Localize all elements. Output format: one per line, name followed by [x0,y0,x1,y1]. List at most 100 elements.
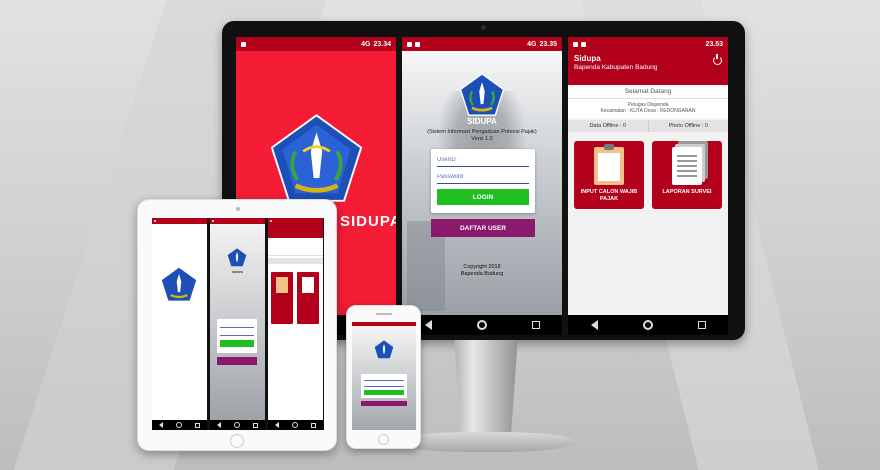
app-subtitle: Bapenda Kabupaten Badung [574,64,658,71]
login-button[interactable] [220,340,254,347]
tablet-login-screen: SIDUPA [210,218,265,430]
network-label: 4G [361,40,371,48]
splash-title: SIDUPA [168,342,191,348]
menu-tiles: INPUT CALON WAJIB PAJAK LAPORAN SURVEI [568,132,728,209]
power-icon[interactable] [713,54,722,65]
login-button[interactable] [364,390,404,395]
recent-apps-icon[interactable] [531,321,540,329]
monitor-camera [481,25,486,30]
login-card [361,374,407,398]
login-button[interactable]: LOGIN [437,189,529,205]
clipboard-icon [594,144,624,185]
app-title: Sidupa [574,54,601,63]
phone-speaker [376,313,392,315]
badung-logo-icon [227,248,247,267]
tablet-screen: SIDUPA SIDUPA [152,218,324,430]
login-background: SIDUPA (Sistem Informasi Pengaduan Poten… [402,51,562,315]
clipboard-icon [276,277,288,293]
report-icon [672,147,702,185]
report-icon [302,277,314,293]
tablet-device: SIDUPA SIDUPA [137,199,337,451]
badung-logo-icon [269,113,364,205]
tablet-splash-screen: SIDUPA [152,218,207,430]
offline-stats: Data Offline : 0 Photo Offline : 0 [568,120,728,132]
userid-input[interactable] [364,377,404,381]
phone-home-button[interactable] [378,434,389,445]
input-wajib-pajak-tile[interactable] [271,272,293,324]
menu-tiles [268,264,323,324]
daftar-user-button[interactable] [217,357,257,365]
login-title: SIDUPA [467,117,497,126]
back-icon[interactable] [590,320,598,330]
app-bar: Sidupa Bapenda Kabupaten Badung [568,51,728,85]
home-icon[interactable] [291,422,298,428]
status-bar: 4G 23.35 [402,37,562,51]
app-bar [268,224,323,238]
splash-title: SIDUPA [340,213,396,230]
login-card: LOGIN [431,149,535,213]
data-offline-count: Data Offline : 0 [589,123,627,129]
badung-logo-icon [459,73,505,117]
tablet-camera [236,207,240,211]
recent-apps-icon[interactable] [253,422,259,428]
android-navbar [568,315,728,335]
android-navbar [268,420,323,430]
tablet-dashboard-screen [268,218,323,430]
back-icon[interactable] [274,422,279,428]
back-icon[interactable] [158,422,163,428]
copyright: Copyright 2018 Bapenda Badung [402,264,562,278]
status-bar: 23.53 [568,37,728,51]
daftar-user-button[interactable] [361,401,407,406]
recent-apps-icon[interactable] [195,422,201,428]
home-icon[interactable] [175,422,182,428]
copyright-line: Copyright 2018 [463,264,501,270]
home-icon[interactable] [476,320,487,330]
tablet-home-button[interactable] [230,434,244,448]
smartphone-device [346,305,421,449]
password-input[interactable] [437,170,529,184]
recent-apps-icon[interactable] [311,422,317,428]
tile-label: INPUT CALON WAJIB PAJAK [580,189,638,202]
smartphone-screen [352,322,416,430]
daftar-user-button[interactable]: DAFTAR USER [431,219,535,237]
back-icon[interactable] [424,320,432,330]
badung-logo-icon [160,266,198,303]
network-label: 4G [527,40,537,48]
password-input[interactable] [364,383,404,387]
home-icon[interactable] [233,422,240,428]
officer-location: Kecamatan : KUTA Desa : KEDONGANAN [600,108,696,114]
login-background: SIDUPA [210,224,265,420]
login-background [352,326,416,430]
android-navbar [210,420,265,430]
status-bar: 4G 23.34 [236,37,396,51]
monitor-base [396,432,576,452]
android-navbar [402,315,562,335]
login-title: SIDUPA [231,270,244,274]
login-subtitle: (Sistem Informasi Pengaduan Potensi Paja… [427,129,537,135]
home-icon[interactable] [642,320,653,330]
dashboard-screen: 23.53 Sidupa Bapenda Kabupaten Badung Se… [568,37,728,335]
login-card [217,319,257,353]
userid-input[interactable] [220,323,254,328]
login-version: Versi 1.0 [471,136,493,142]
password-input[interactable] [220,331,254,336]
status-time: 23.53 [705,40,723,48]
tile-label: LAPORAN SURVEI [662,189,712,195]
officer-info [268,238,323,256]
recent-apps-icon[interactable] [697,321,706,329]
android-navbar [152,420,207,430]
officer-info: Petugas Dispenda Kecamatan : KUTA Desa :… [568,99,728,118]
status-bar [152,218,207,224]
input-wajib-pajak-tile[interactable]: INPUT CALON WAJIB PAJAK [574,141,644,209]
laporan-survei-tile[interactable] [297,272,319,324]
monitor-stand [454,340,518,440]
laporan-survei-tile[interactable]: LAPORAN SURVEI [652,141,722,209]
login-screen: 4G 23.35 SIDUPA (Sistem Informasi Pengadu… [402,37,562,335]
welcome-text: Selamat Datang [568,85,728,99]
userid-input[interactable] [437,153,529,167]
badung-logo-icon [374,340,394,359]
status-time: 23.35 [539,40,557,48]
copyright-line: Bapenda Badung [460,271,504,277]
photo-offline-count: Photo Offline : 0 [647,120,729,132]
back-icon[interactable] [216,422,221,428]
